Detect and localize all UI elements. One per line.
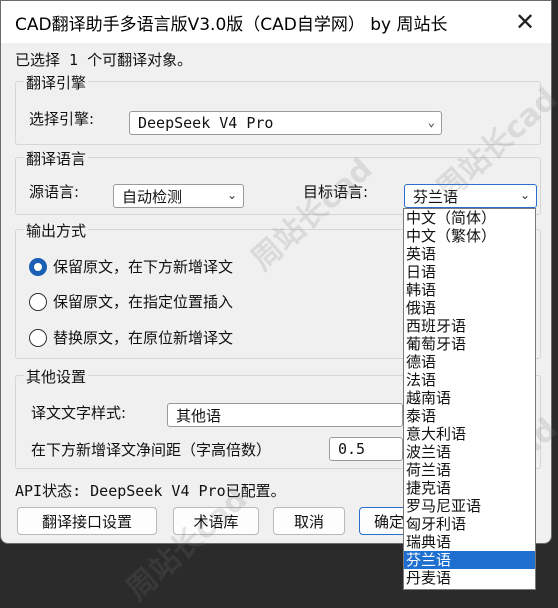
dropdown-option[interactable]: 越南语 <box>404 389 535 407</box>
spacing-value: 0.5 <box>338 440 366 458</box>
output-option-keep-below[interactable]: 保留原文，在下方新增译文 <box>29 256 233 277</box>
dropdown-option[interactable]: 波兰语 <box>404 443 535 461</box>
source-language-value: 自动检测 <box>122 187 183 206</box>
output-option-label: 保留原文，在指定位置插入 <box>53 293 234 311</box>
selection-status: 已选择 1 个可翻译对象。 <box>15 51 193 69</box>
target-language-value: 芬兰语 <box>413 187 459 206</box>
dropdown-option[interactable]: 韩语 <box>404 281 535 299</box>
spacing-input[interactable]: 0.5 <box>329 437 403 461</box>
engine-select-value: DeepSeek V4 Pro <box>138 114 274 132</box>
dropdown-option[interactable]: 泰语 <box>404 407 535 425</box>
output-option-label: 保留原文，在下方新增译文 <box>53 258 234 276</box>
dropdown-option[interactable]: 瑞典语 <box>404 533 535 551</box>
output-group-title: 输出方式 <box>24 220 89 241</box>
dropdown-option[interactable]: 法语 <box>404 371 535 389</box>
engine-select[interactable]: DeepSeek V4 Pro ⌄ <box>129 111 442 135</box>
title-bar[interactable]: CAD翻译助手多语言版V3.0版（CAD自学网） by 周站长 ✕ <box>1 1 551 43</box>
output-option-insert-position[interactable]: 保留原文，在指定位置插入 <box>29 291 233 312</box>
dropdown-option[interactable]: 荷兰语 <box>404 461 535 479</box>
text-style-value: 其他语 <box>176 406 222 425</box>
dropdown-option[interactable]: 意大利语 <box>404 425 535 443</box>
dropdown-option[interactable]: 西班牙语 <box>404 317 535 335</box>
dropdown-option[interactable]: 英语 <box>404 245 535 263</box>
source-language-label: 源语言: <box>29 183 80 201</box>
dropdown-option[interactable]: 日语 <box>404 263 535 281</box>
dropdown-option[interactable]: 中文（繁体） <box>404 227 535 245</box>
dropdown-option[interactable]: 德语 <box>404 353 535 371</box>
chevron-down-icon: ⌄ <box>226 188 237 202</box>
dropdown-option[interactable]: 丹麦语 <box>404 569 535 587</box>
source-language-select[interactable]: 自动检测 ⌄ <box>113 184 244 208</box>
dropdown-option[interactable]: 俄语 <box>404 299 535 317</box>
radio-checked-icon[interactable] <box>29 257 47 276</box>
dropdown-option[interactable]: 匈牙利语 <box>404 515 535 533</box>
other-settings-title: 其他设置 <box>24 366 89 387</box>
cancel-button[interactable]: 取消 <box>273 507 345 535</box>
output-option-replace[interactable]: 替换原文，在原位新增译文 <box>29 327 233 348</box>
dropdown-option[interactable]: 芬兰语 <box>404 551 535 569</box>
output-option-label: 替换原文，在原位新增译文 <box>53 329 234 347</box>
interface-settings-button[interactable]: 翻译接口设置 <box>17 507 157 535</box>
target-language-select[interactable]: 芬兰语 ⌄ <box>404 184 537 208</box>
target-language-dropdown-list[interactable]: 中文（简体） 中文（繁体） 英语 日语 韩语 俄语 西班牙语 葡萄牙语 德语 法语 越南语 泰语 意大利… <box>403 208 536 590</box>
dropdown-option[interactable]: 中文（简体） <box>404 209 535 227</box>
api-status: API状态: DeepSeek V4 Pro已配置。 <box>15 482 286 500</box>
close-icon[interactable]: ✕ <box>509 7 541 37</box>
window-title: CAD翻译助手多语言版V3.0版（CAD自学网） by 周站长 <box>15 15 448 35</box>
text-style-label: 译文文字样式: <box>31 404 127 422</box>
radio-unchecked-icon[interactable] <box>29 328 47 347</box>
engine-label: 选择引擎: <box>29 110 95 128</box>
chevron-down-icon: ⌄ <box>519 188 530 202</box>
engine-group-title: 翻译引擎 <box>24 72 89 93</box>
text-style-select[interactable]: 其他语 <box>167 403 403 427</box>
dropdown-option[interactable]: 罗马尼亚语 <box>404 497 535 515</box>
target-language-label: 目标语言: <box>303 183 369 201</box>
chevron-down-icon: ⌄ <box>427 115 435 129</box>
dropdown-option[interactable]: 葡萄牙语 <box>404 335 535 353</box>
language-group-title: 翻译语言 <box>24 148 89 169</box>
dropdown-option[interactable]: 捷克语 <box>404 479 535 497</box>
radio-unchecked-icon[interactable] <box>29 292 47 311</box>
spacing-label: 在下方新增译文净间距（字高倍数） <box>31 441 272 459</box>
glossary-button[interactable]: 术语库 <box>173 507 259 535</box>
